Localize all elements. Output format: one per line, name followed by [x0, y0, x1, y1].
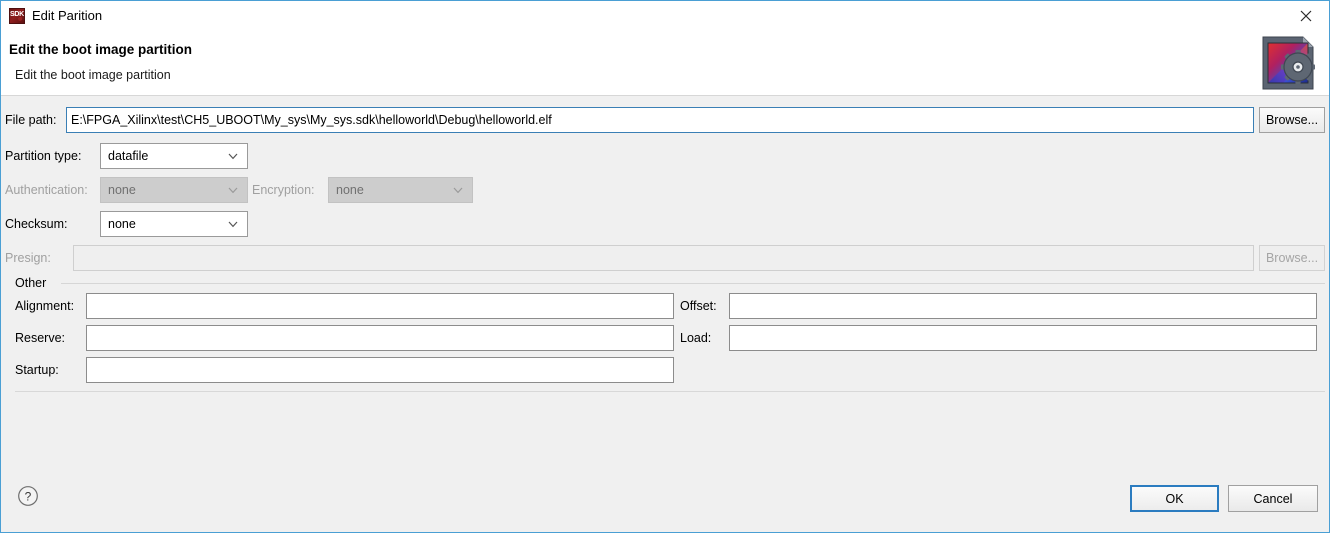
- partition-type-value: datafile: [108, 149, 149, 163]
- title-bar: Edit Parition: [1, 1, 1329, 31]
- alignment-row: Alignment: Offset:: [1, 293, 1329, 319]
- file-path-browse-button[interactable]: Browse...: [1259, 107, 1325, 133]
- other-group-separator: [61, 283, 1325, 284]
- file-path-input[interactable]: [66, 107, 1254, 133]
- sdk-icon: [9, 8, 25, 24]
- authentication-value: none: [108, 183, 136, 197]
- checksum-row: Checksum: none: [1, 211, 1329, 237]
- authentication-row: Authentication: none Encryption: none: [1, 177, 1329, 203]
- encryption-value: none: [336, 183, 364, 197]
- presign-browse-button: Browse...: [1259, 245, 1325, 271]
- offset-label: Offset:: [680, 299, 717, 313]
- authentication-select: none: [100, 177, 248, 203]
- partition-type-select[interactable]: datafile: [100, 143, 248, 169]
- startup-label: Startup:: [15, 363, 59, 377]
- offset-input[interactable]: [729, 293, 1317, 319]
- reserve-input[interactable]: [86, 325, 674, 351]
- chevron-down-icon: [227, 144, 239, 168]
- ok-button[interactable]: OK: [1130, 485, 1219, 512]
- authentication-label: Authentication:: [5, 183, 88, 197]
- banner-subtitle: Edit the boot image partition: [15, 68, 171, 82]
- cancel-button[interactable]: Cancel: [1228, 485, 1318, 512]
- alignment-input[interactable]: [86, 293, 674, 319]
- startup-row: Startup:: [1, 357, 1329, 383]
- dialog-footer: ? OK Cancel: [1, 476, 1329, 532]
- partition-type-row: Partition type: datafile: [1, 143, 1329, 169]
- checksum-value: none: [108, 217, 136, 231]
- banner: Edit the boot image partition Edit the b…: [1, 31, 1329, 96]
- partition-gear-icon: [1259, 34, 1321, 92]
- banner-title: Edit the boot image partition: [9, 42, 192, 57]
- reserve-label: Reserve:: [15, 331, 66, 345]
- close-icon[interactable]: [1283, 1, 1329, 31]
- file-path-label: File path:: [5, 113, 57, 127]
- load-label: Load:: [680, 331, 712, 345]
- edit-partition-dialog: Edit Parition Edit the boot image partit…: [0, 0, 1330, 533]
- other-group-label: Other: [15, 276, 53, 290]
- window-title: Edit Parition: [32, 8, 103, 23]
- checksum-select[interactable]: none: [100, 211, 248, 237]
- chevron-down-icon: [227, 212, 239, 236]
- dialog-body: File path: Browse... Partition type: dat…: [1, 96, 1329, 532]
- presign-label: Presign:: [5, 251, 51, 265]
- help-icon[interactable]: ?: [17, 485, 39, 507]
- checksum-label: Checksum:: [5, 217, 68, 231]
- reserve-row: Reserve: Load:: [1, 325, 1329, 351]
- chevron-down-icon: [227, 178, 239, 202]
- file-path-row: File path: Browse...: [1, 107, 1329, 133]
- startup-input[interactable]: [86, 357, 674, 383]
- other-group-bottom-separator: [15, 391, 1325, 392]
- encryption-label: Encryption:: [252, 183, 315, 197]
- encryption-select: none: [328, 177, 473, 203]
- partition-type-label: Partition type:: [5, 149, 82, 163]
- load-input[interactable]: [729, 325, 1317, 351]
- alignment-label: Alignment:: [15, 299, 75, 313]
- presign-row: Presign: Browse...: [1, 245, 1329, 271]
- presign-input: [73, 245, 1254, 271]
- chevron-down-icon: [452, 178, 464, 202]
- svg-text:?: ?: [25, 489, 32, 503]
